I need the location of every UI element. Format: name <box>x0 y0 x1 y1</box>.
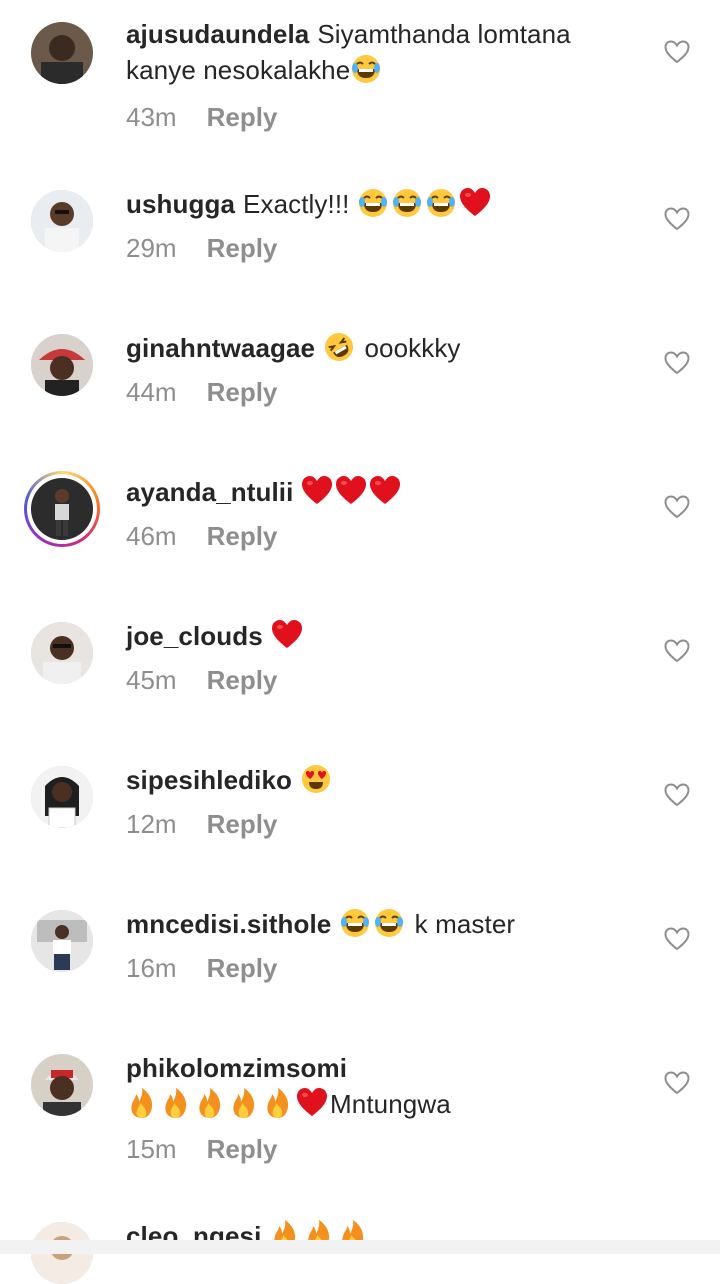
like-heart-icon[interactable] <box>664 783 690 807</box>
fire-emoji-icon <box>228 1087 260 1119</box>
fire-emoji-icon <box>262 1087 294 1119</box>
like-heart-icon[interactable] <box>664 40 690 64</box>
avatar[interactable] <box>31 622 93 684</box>
fire-emoji-icon <box>160 1087 192 1119</box>
comment-username[interactable]: ushugga <box>126 189 235 219</box>
avatar[interactable] <box>31 334 93 396</box>
reply-button[interactable]: Reply <box>207 377 278 407</box>
like-heart-icon[interactable] <box>664 639 690 663</box>
red-heart-icon <box>301 475 333 507</box>
comment-meta: 44m Reply <box>126 377 277 407</box>
comment-meta: 45m Reply <box>126 665 277 695</box>
comment-text: ajusudaundela Siyamthanda lomtana kanye n… <box>126 16 586 88</box>
comment-meta: 29m Reply <box>126 233 277 263</box>
comment-time: 43m <box>126 102 177 132</box>
comment-time: 46m <box>126 521 177 551</box>
comment-meta: 12m Reply <box>126 809 277 839</box>
laughing-emoji-icon <box>357 187 389 219</box>
like-heart-icon[interactable] <box>664 927 690 951</box>
avatar[interactable] <box>31 766 93 828</box>
red-heart-icon <box>296 1087 328 1119</box>
avatar[interactable] <box>31 478 93 540</box>
comment-time: 45m <box>126 665 177 695</box>
comment-text: ginahntwaagae oookkky <box>126 330 586 366</box>
laughing-emoji-icon <box>373 907 405 939</box>
rofl-emoji-icon <box>323 331 355 363</box>
laughing-emoji-icon <box>391 187 423 219</box>
reply-button[interactable]: Reply <box>207 233 278 263</box>
comment-text: phikolomzimsomi Mntungwa <box>126 1050 586 1122</box>
comment-meta: 15m Reply <box>126 1134 277 1164</box>
comment-meta: 16m Reply <box>126 953 277 983</box>
reply-button[interactable]: Reply <box>207 1134 278 1164</box>
comment-username[interactable]: ayanda_ntulii <box>126 477 293 507</box>
red-heart-icon <box>369 475 401 507</box>
comment-text: sipesihlediko <box>126 762 586 798</box>
comment-body: k master <box>414 909 516 939</box>
comment-username[interactable]: phikolomzimsomi <box>126 1053 347 1083</box>
reply-button[interactable]: Reply <box>207 102 278 132</box>
comment-body: Exactly!!! <box>243 189 350 219</box>
heart-eyes-emoji-icon <box>300 763 332 795</box>
reply-button[interactable]: Reply <box>207 809 278 839</box>
comment-time: 12m <box>126 809 177 839</box>
comment-text: ushugga Exactly!!! <box>126 186 586 222</box>
like-heart-icon[interactable] <box>664 207 690 231</box>
avatar[interactable] <box>31 22 93 84</box>
comment-body: Mntungwa <box>330 1089 451 1119</box>
comment-username[interactable]: ajusudaundela <box>126 19 309 49</box>
comment-meta: 46m Reply <box>126 521 277 551</box>
comment-username[interactable]: mncedisi.sithole <box>126 909 331 939</box>
red-heart-icon <box>271 619 303 651</box>
comment-text: ayanda_ntulii <box>126 474 586 510</box>
reply-button[interactable]: Reply <box>207 521 278 551</box>
comment-text: mncedisi.sithole k master <box>126 906 586 942</box>
comment-time: 15m <box>126 1134 177 1164</box>
laughing-emoji-icon <box>339 907 371 939</box>
comment-username[interactable]: sipesihlediko <box>126 765 292 795</box>
reply-button[interactable]: Reply <box>207 953 278 983</box>
red-heart-icon <box>335 475 367 507</box>
comment-body: oookkky <box>364 333 461 363</box>
avatar[interactable] <box>31 1054 93 1116</box>
like-heart-icon[interactable] <box>664 351 690 375</box>
fire-emoji-icon <box>126 1087 158 1119</box>
like-heart-icon[interactable] <box>664 1071 690 1095</box>
avatar[interactable] <box>31 190 93 252</box>
fire-emoji-icon <box>194 1087 226 1119</box>
laughing-emoji-icon <box>350 53 382 85</box>
comment-time: 29m <box>126 233 177 263</box>
comment-username[interactable]: joe_clouds <box>126 621 263 651</box>
comment-meta: 43m Reply <box>126 102 277 132</box>
bottom-edge <box>0 1240 720 1254</box>
reply-button[interactable]: Reply <box>207 665 278 695</box>
comment-username[interactable]: ginahntwaagae <box>126 333 315 363</box>
comment-time: 44m <box>126 377 177 407</box>
story-ring[interactable] <box>24 471 100 547</box>
red-heart-icon <box>459 187 491 219</box>
laughing-emoji-icon <box>425 187 457 219</box>
comment-text: joe_clouds <box>126 618 586 654</box>
avatar[interactable] <box>31 910 93 972</box>
comment-time: 16m <box>126 953 177 983</box>
like-heart-icon[interactable] <box>664 495 690 519</box>
